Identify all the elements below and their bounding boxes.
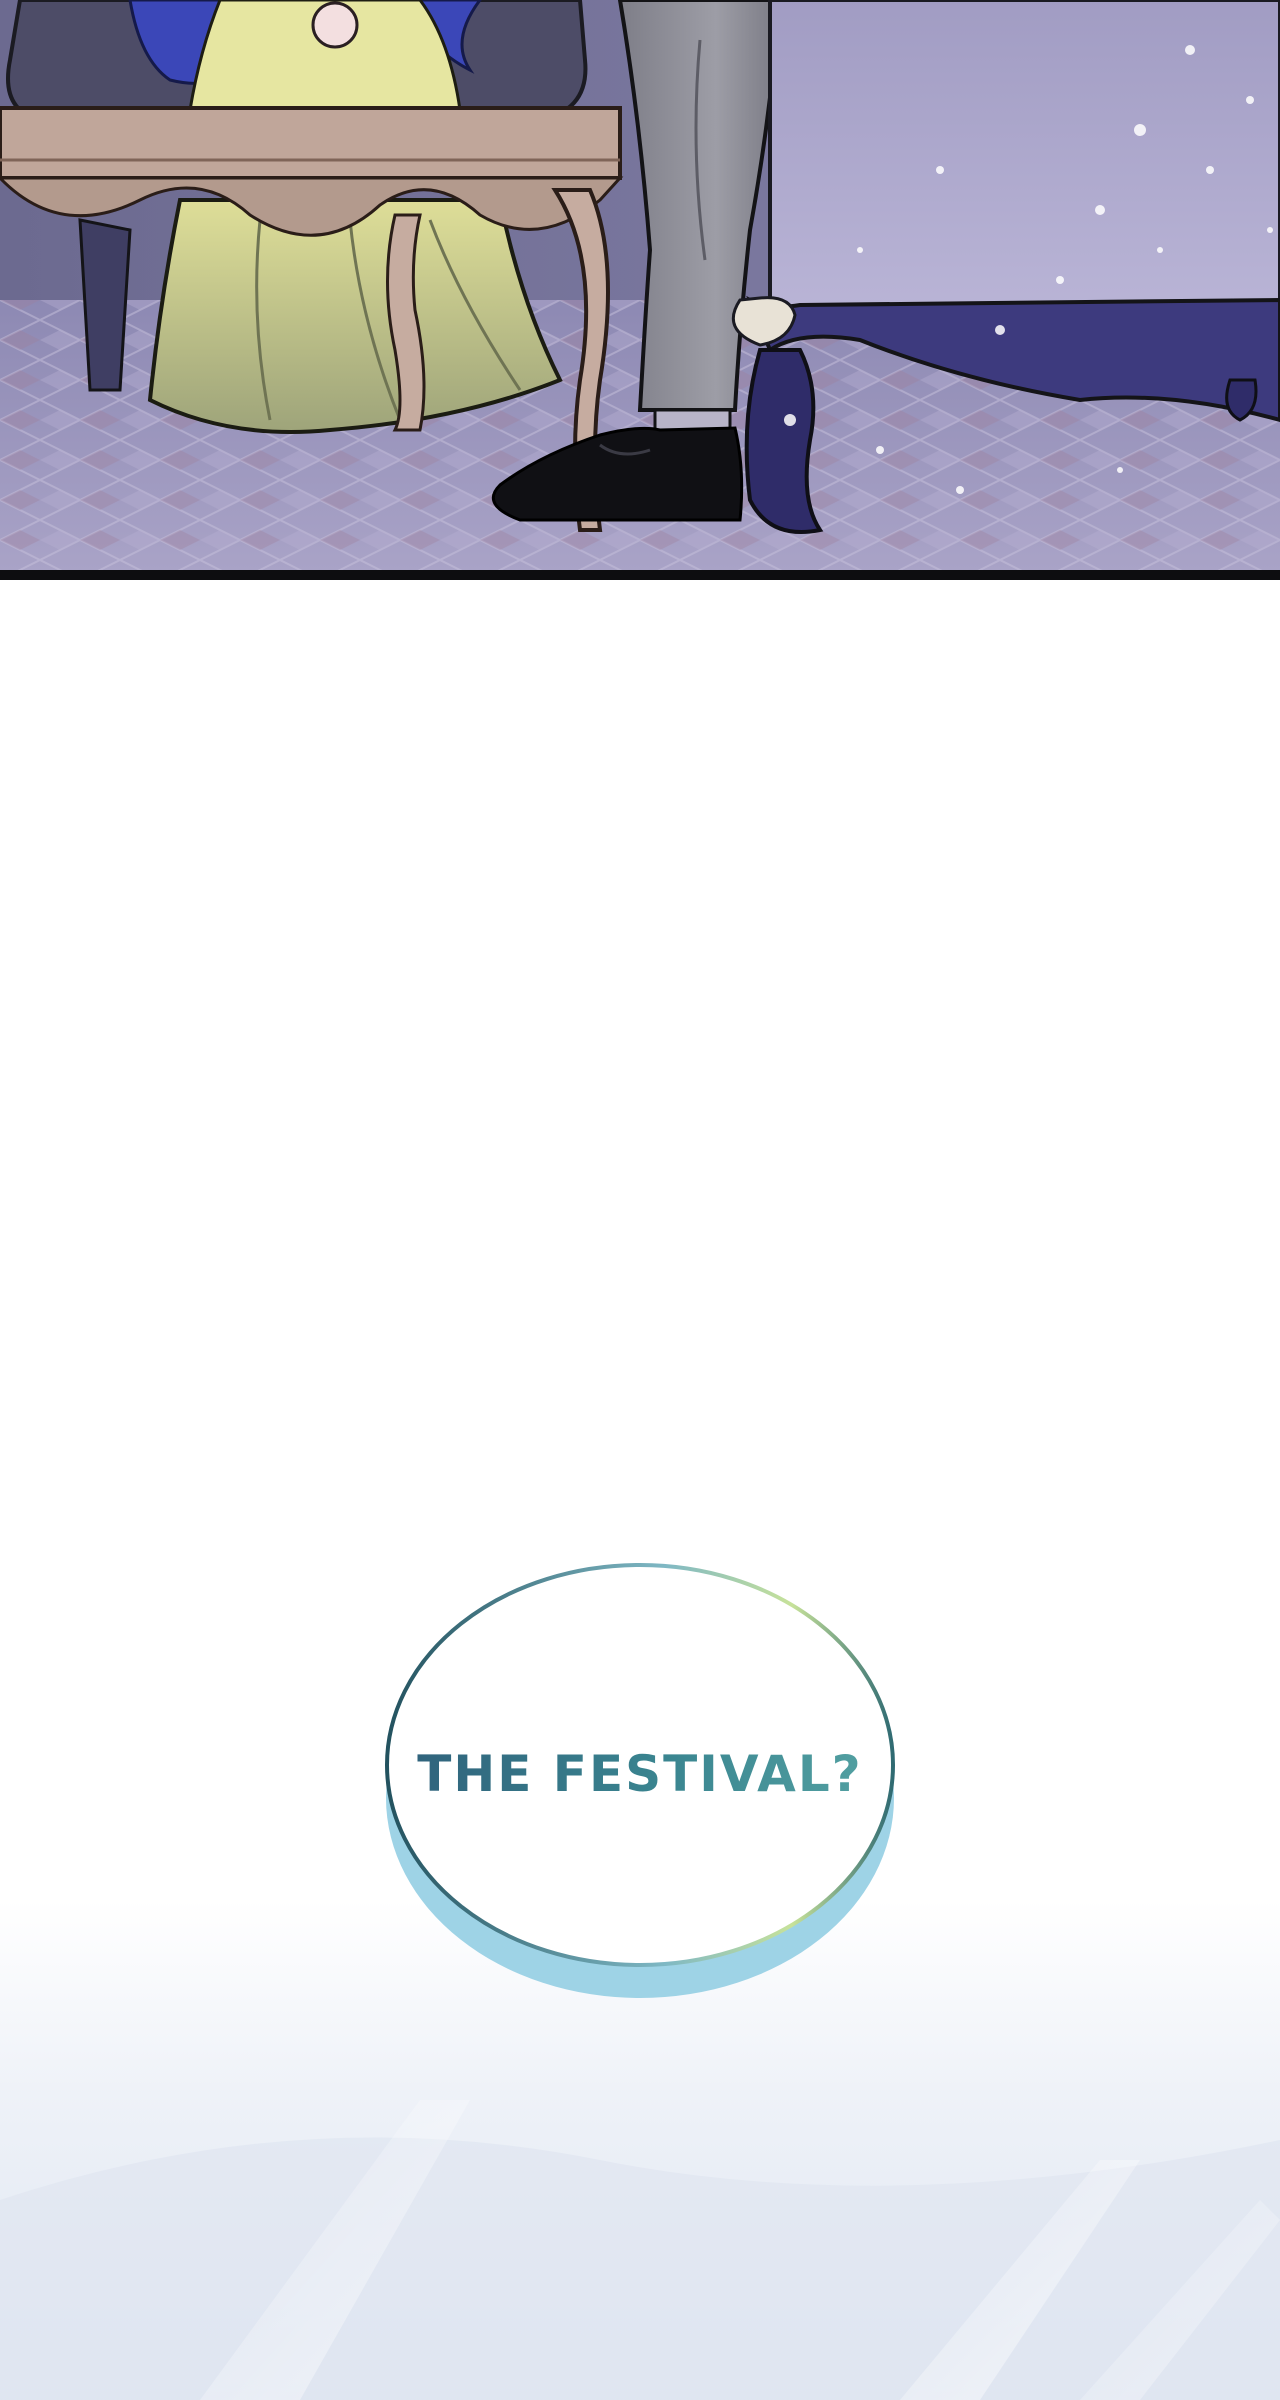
speech-bubble: THE FESTIVAL? xyxy=(380,1560,900,2010)
girl-hands xyxy=(311,1,359,49)
sofa-leg xyxy=(744,348,824,534)
girl-dress-skirt xyxy=(147,198,563,434)
panel-gutter-border xyxy=(0,570,1280,580)
panel-illustration xyxy=(0,0,1280,570)
dialogue-text: THE FESTIVAL? xyxy=(380,1745,900,1803)
sofa-cushion xyxy=(768,0,1280,312)
comic-panel-sitting-room xyxy=(0,0,1280,570)
armchair-leg xyxy=(78,218,132,392)
table-top xyxy=(0,106,622,180)
